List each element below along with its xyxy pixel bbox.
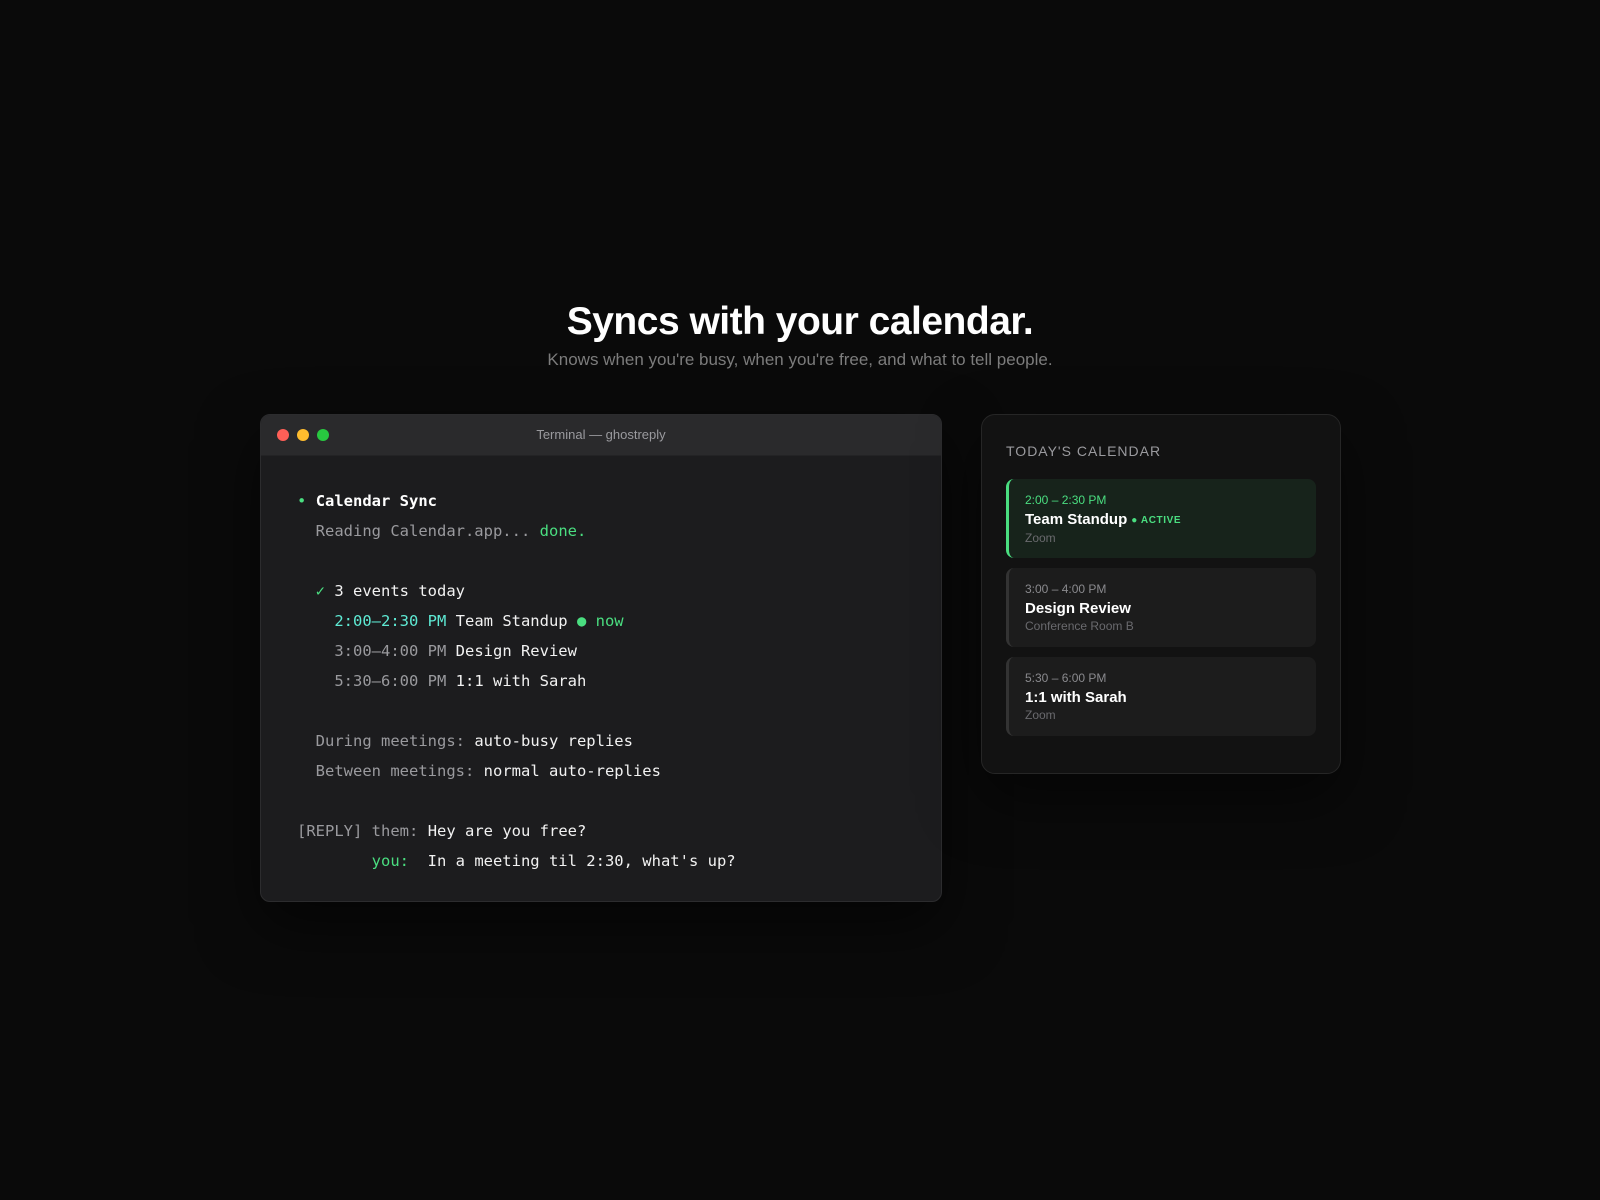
page-subtitle: Knows when you're busy, when you're free… [547, 350, 1053, 369]
event-time: 2:00–2:30 PM [334, 612, 447, 630]
during-label: During meetings: [315, 732, 465, 750]
events-summary: 3 events today [334, 582, 466, 600]
calendar-event-team-standup[interactable]: 2:00 – 2:30 PM Team Standup ● ACTIVE Zoom [1006, 479, 1316, 558]
you-label: you: [371, 852, 409, 870]
reading-text: Reading Calendar.app... [315, 522, 531, 540]
event-title: 1:1 with Sarah [1025, 689, 1127, 706]
now-marker: ● now [576, 612, 624, 630]
reading-status: done. [539, 522, 587, 540]
page-title: Syncs with your calendar. [566, 300, 1034, 343]
terminal-output: • Calendar Sync Reading Calendar.app... … [261, 456, 941, 876]
event-name: Team Standup [455, 612, 568, 630]
event-name: 1:1 with Sarah [455, 672, 587, 690]
event-line: 5:30–6:00 PM 1:1 with Sarah [297, 666, 905, 696]
event-location: Zoom [1025, 531, 1056, 545]
active-badge: ● ACTIVE [1131, 515, 1182, 526]
you-message: In a meeting til 2:30, what's up? [427, 852, 736, 870]
calendar-event-design-review[interactable]: 3:00 – 4:00 PM Design Review Conference … [1006, 568, 1316, 647]
terminal-window[interactable]: Terminal — ghostreply • Calendar Sync Re… [260, 414, 942, 902]
section-header-line: • Calendar Sync [297, 486, 905, 516]
reading-line: Reading Calendar.app... done. [297, 516, 905, 546]
them-label: them: [371, 822, 419, 840]
during-value: auto-busy replies [474, 732, 633, 750]
event-time: 5:30 – 6:00 PM [1025, 671, 1107, 685]
calendar-heading: TODAY'S CALENDAR [1006, 443, 1162, 459]
event-line: 2:00–2:30 PM Team Standup ● now [297, 606, 905, 636]
event-title: Design Review [1025, 600, 1131, 617]
terminal-titlebar[interactable]: Terminal — ghostreply [261, 415, 941, 456]
between-value: normal auto-replies [483, 762, 661, 780]
event-title-row: Team Standup ● ACTIVE [1025, 511, 1316, 530]
between-label: Between meetings: [315, 762, 475, 780]
reply-them-line: [REPLY] them: Hey are you free? [297, 816, 905, 846]
window-title: Terminal — ghostreply [536, 427, 666, 442]
event-time: 3:00 – 4:00 PM [1025, 582, 1107, 596]
event-location: Zoom [1025, 708, 1056, 722]
event-title-row: Design Review [1025, 600, 1316, 618]
bullet-icon: • [297, 492, 307, 510]
event-location: Conference Room B [1025, 619, 1134, 633]
event-title-row: 1:1 with Sarah [1025, 689, 1316, 707]
event-time: 5:30–6:00 PM [334, 672, 447, 690]
event-title: Team Standup [1025, 511, 1128, 528]
check-icon: ✓ [315, 582, 326, 600]
reply-you-line: you: In a meeting til 2:30, what's up? [297, 846, 905, 876]
calendar-event-one-on-one-sarah[interactable]: 5:30 – 6:00 PM 1:1 with Sarah Zoom [1006, 657, 1316, 736]
event-time: 3:00–4:00 PM [334, 642, 447, 660]
reply-tag: [REPLY] [297, 822, 363, 840]
hero: Syncs with your calendar. Knows when you… [0, 296, 1600, 372]
event-name: Design Review [455, 642, 577, 660]
events-summary-line: ✓ 3 events today [297, 576, 905, 606]
section-title: Calendar Sync [315, 492, 438, 510]
between-meetings-line: Between meetings: normal auto-replies [297, 756, 905, 786]
calendar-panel: TODAY'S CALENDAR 2:00 – 2:30 PM Team Sta… [981, 414, 1341, 774]
event-line: 3:00–4:00 PM Design Review [297, 636, 905, 666]
event-time: 2:00 – 2:30 PM [1025, 493, 1107, 507]
during-meetings-line: During meetings: auto-busy replies [297, 726, 905, 756]
them-message: Hey are you free? [427, 822, 587, 840]
